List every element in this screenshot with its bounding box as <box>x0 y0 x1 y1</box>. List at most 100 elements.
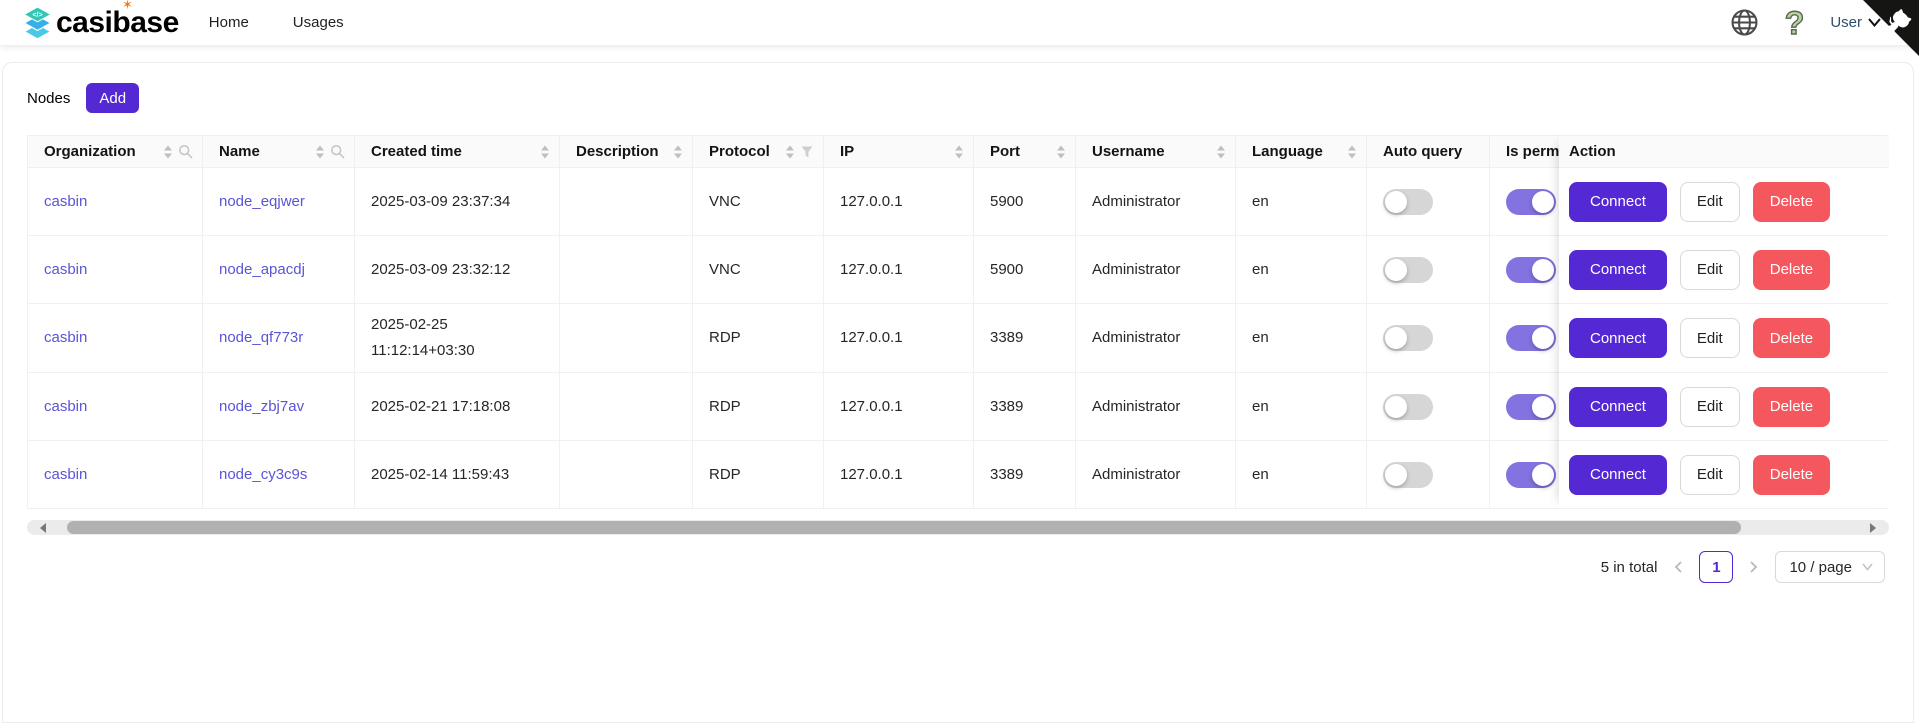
delete-button[interactable]: Delete <box>1753 250 1830 290</box>
sorter-icon[interactable] <box>673 145 683 159</box>
organization-link[interactable]: casbin <box>44 462 87 488</box>
scroll-right-arrow[interactable] <box>1865 520 1881 535</box>
edit-button[interactable]: Edit <box>1680 318 1740 358</box>
sorter-icon[interactable] <box>163 145 173 159</box>
column-header-organization[interactable]: Organization <box>28 136 203 167</box>
is_perm-toggle[interactable] <box>1506 257 1556 283</box>
organization-link[interactable]: casbin <box>44 394 87 420</box>
cell-protocol: VNC <box>693 168 824 235</box>
cell-protocol: RDP <box>693 373 824 440</box>
organization-link[interactable]: casbin <box>44 325 87 351</box>
organization-link[interactable]: casbin <box>44 189 87 215</box>
is_perm-toggle[interactable] <box>1506 189 1556 215</box>
edit-button[interactable]: Edit <box>1680 387 1740 427</box>
github-corner-icon[interactable] <box>1863 0 1919 56</box>
pagination-next-button[interactable] <box>1749 560 1759 574</box>
cell-description <box>560 441 693 508</box>
casibase-logo[interactable]: </> casibase ✶ <box>22 0 179 45</box>
name-link[interactable]: node_apacdj <box>219 257 305 283</box>
cell-auto_query <box>1367 441 1490 508</box>
is_perm-toggle[interactable] <box>1506 462 1556 488</box>
cell-auto_query <box>1367 304 1490 372</box>
casibase-logo-icon: </> <box>22 6 53 40</box>
delete-button[interactable]: Delete <box>1753 455 1830 495</box>
cell-name: node_cy3c9s <box>203 441 355 508</box>
search-icon[interactable] <box>178 144 193 159</box>
cell-created_time: 2025-03-09 23:37:34 <box>355 168 560 235</box>
column-header-description[interactable]: Description <box>560 136 693 167</box>
cell-ip: 127.0.0.1 <box>824 304 974 372</box>
delete-button[interactable]: Delete <box>1753 182 1830 222</box>
column-header-ip[interactable]: IP <box>824 136 974 167</box>
cell-name: node_zbj7av <box>203 373 355 440</box>
is_perm-toggle[interactable] <box>1506 394 1556 420</box>
cell-created_time: 2025-02-21 17:18:08 <box>355 373 560 440</box>
sorter-icon[interactable] <box>315 145 325 159</box>
edit-button[interactable]: Edit <box>1680 455 1740 495</box>
cell-organization: casbin <box>28 304 203 372</box>
sorter-icon[interactable] <box>785 145 795 159</box>
edit-button[interactable]: Edit <box>1680 182 1740 222</box>
delete-button[interactable]: Delete <box>1753 318 1830 358</box>
column-header-name[interactable]: Name <box>203 136 355 167</box>
cell-created_time: 2025-02-14 11:59:43 <box>355 441 560 508</box>
cell-ip: 127.0.0.1 <box>824 441 974 508</box>
search-icon[interactable] <box>330 144 345 159</box>
edit-button[interactable]: Edit <box>1680 250 1740 290</box>
nav-item-usages[interactable]: Usages <box>293 14 344 31</box>
column-header-language[interactable]: Language <box>1236 136 1367 167</box>
column-header-protocol[interactable]: Protocol <box>693 136 824 167</box>
top-navbar: </> casibase ✶ Home Usages ? User <box>0 0 1919 45</box>
cell-description <box>560 236 693 303</box>
cell-port: 3389 <box>974 441 1076 508</box>
cell-created_time: 2025-03-09 23:32:12 <box>355 236 560 303</box>
organization-link[interactable]: casbin <box>44 257 87 283</box>
name-link[interactable]: node_eqjwer <box>219 189 305 215</box>
auto_query-toggle[interactable] <box>1383 189 1433 215</box>
cell-organization: casbin <box>28 441 203 508</box>
column-header-action: Action <box>1559 135 1889 168</box>
connect-button[interactable]: Connect <box>1569 455 1667 495</box>
sorter-icon[interactable] <box>540 145 550 159</box>
auto_query-toggle[interactable] <box>1383 394 1433 420</box>
cell-username: Administrator <box>1076 373 1236 440</box>
page-title: Nodes <box>27 90 70 107</box>
cell-auto_query <box>1367 373 1490 440</box>
is_perm-toggle[interactable] <box>1506 325 1556 351</box>
delete-button[interactable]: Delete <box>1753 387 1830 427</box>
auto_query-toggle[interactable] <box>1383 462 1433 488</box>
horizontal-scrollbar[interactable] <box>27 520 1889 535</box>
sorter-icon[interactable] <box>1056 145 1066 159</box>
nav-item-home[interactable]: Home <box>209 14 249 31</box>
column-header-created_time[interactable]: Created time <box>355 136 560 167</box>
sorter-icon[interactable] <box>954 145 964 159</box>
column-header-username[interactable]: Username <box>1076 136 1236 167</box>
name-link[interactable]: node_zbj7av <box>219 394 304 420</box>
cell-username: Administrator <box>1076 304 1236 372</box>
column-header-port[interactable]: Port <box>974 136 1076 167</box>
connect-button[interactable]: Connect <box>1569 318 1667 358</box>
column-header-auto_query: Auto query <box>1367 136 1490 167</box>
scrollbar-thumb[interactable] <box>67 521 1741 534</box>
cell-auto_query <box>1367 168 1490 235</box>
auto_query-toggle[interactable] <box>1383 257 1433 283</box>
page-size-select[interactable]: 10 / page <box>1775 551 1885 583</box>
help-question-icon[interactable]: ? <box>1785 5 1805 41</box>
pagination-page-1[interactable]: 1 <box>1699 551 1733 583</box>
language-globe-icon[interactable] <box>1730 8 1759 37</box>
main-nav: Home Usages <box>209 14 344 31</box>
cell-description <box>560 168 693 235</box>
connect-button[interactable]: Connect <box>1569 182 1667 222</box>
auto_query-toggle[interactable] <box>1383 325 1433 351</box>
sorter-icon[interactable] <box>1216 145 1226 159</box>
name-link[interactable]: node_qf773r <box>219 325 303 351</box>
scroll-left-arrow[interactable] <box>35 520 51 535</box>
connect-button[interactable]: Connect <box>1569 387 1667 427</box>
name-link[interactable]: node_cy3c9s <box>219 462 307 488</box>
sorter-icon[interactable] <box>1347 145 1357 159</box>
add-button[interactable]: Add <box>86 83 139 113</box>
pagination-total: 5 in total <box>1601 559 1658 576</box>
filter-icon[interactable] <box>800 145 814 159</box>
connect-button[interactable]: Connect <box>1569 250 1667 290</box>
pagination-prev-button[interactable] <box>1673 560 1683 574</box>
